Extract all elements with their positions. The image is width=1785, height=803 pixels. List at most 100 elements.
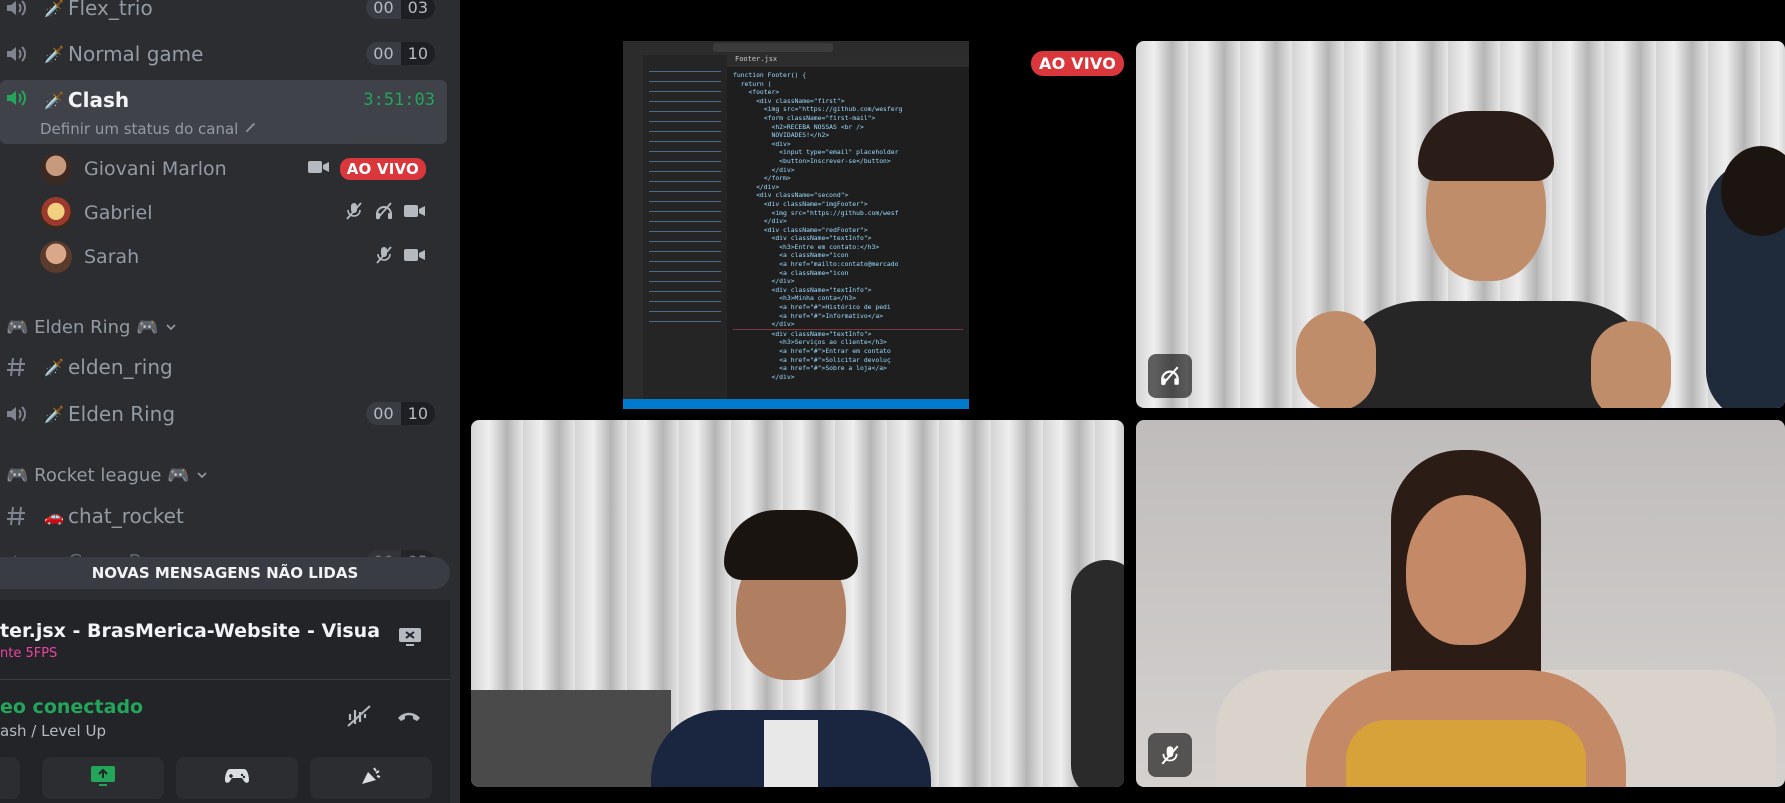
code-line: </div>	[733, 182, 780, 191]
connection-status[interactable]: eo conectado	[0, 696, 143, 718]
code-line: <img src="https://github.com/wesf	[733, 208, 899, 217]
video-tile-sarah[interactable]	[1136, 420, 1785, 787]
channel-chat-rocket[interactable]: 🚗 chat_rocket	[0, 494, 447, 538]
noise-suppression-icon[interactable]	[346, 704, 372, 732]
code-line: </div>	[733, 217, 787, 226]
user-limit-badge: 00 10	[366, 42, 435, 65]
editor-tabs: Footer.jsx	[727, 55, 969, 67]
unread-messages-bar[interactable]: NOVAS MENSAGENS NÃO LIDAS	[0, 557, 450, 589]
headphones-deafened-icon	[1148, 354, 1192, 398]
channel-name: elden_ring	[68, 355, 173, 379]
soundboard-button[interactable]	[310, 757, 432, 799]
call-stage: Footer.jsx function Footer() { return ( …	[460, 0, 1785, 803]
channel-normal-game[interactable]: 🗡️ Normal game 00 10	[0, 32, 447, 76]
live-badge: AO VIVO	[339, 158, 426, 180]
set-channel-status[interactable]: Definir um status do canal	[40, 120, 258, 138]
code-line: <div className="redFooter">	[733, 225, 868, 234]
user-limit-badge: 00 10	[366, 402, 435, 425]
sword-icon: 🗡️	[44, 44, 64, 64]
sword-icon: 🗡️	[44, 0, 64, 18]
code-line: <h3>Minha conta</h3>	[733, 294, 857, 303]
channel-clash[interactable]: 🗡️ Clash 3:51:03 Definir um status do ca…	[0, 80, 447, 144]
car-icon: 🚗	[44, 506, 64, 526]
code-line: <div>	[733, 139, 791, 148]
sword-spark-icon: 🗡️	[44, 357, 64, 377]
code-line: <button>Inscrever-se</button>	[733, 156, 891, 165]
code-line: <img src="https://github.com/wesferg	[733, 105, 903, 114]
code-line: <a href="#">Sobre a loja</a>	[733, 364, 887, 373]
voice-user-gabriel[interactable]: Gabriel	[40, 193, 440, 233]
avatar	[40, 241, 72, 273]
call-timer: 3:51:03	[363, 90, 435, 110]
user-count: 00	[366, 402, 401, 425]
code-line: <a className="icon	[733, 251, 849, 260]
code-line: <h3>Serviços ao cliente</h3>	[733, 338, 887, 347]
mic-muted-icon	[344, 201, 364, 225]
editor-statusbar	[623, 399, 969, 409]
user-name: Sarah	[84, 246, 140, 268]
voice-user-sarah[interactable]: Sarah	[40, 237, 440, 277]
channel-elden-ring-voice[interactable]: 🗡️ Elden Ring 00 10	[0, 392, 447, 436]
code-line: </div>	[733, 277, 795, 286]
connection-location[interactable]: ash / Level Up	[0, 722, 106, 740]
video-camera-icon	[307, 159, 330, 179]
channel-name: chat_rocket	[68, 504, 184, 528]
code-line: function Footer() {	[733, 71, 807, 79]
avatar	[40, 153, 72, 185]
file-explorer	[643, 55, 727, 399]
stream-title: ter.jsx - BrasMerica-Website - Visual S.…	[0, 620, 380, 642]
screen-share-button[interactable]	[42, 757, 164, 799]
live-badge: AO VIVO	[1031, 51, 1124, 76]
code-line: </div>	[733, 165, 795, 174]
code-line: <a href="mailto:contato@mercado	[733, 260, 899, 269]
code-line: return (	[733, 79, 772, 88]
mic-muted-icon	[1148, 733, 1192, 777]
speaker-icon	[4, 42, 30, 66]
channel-name: Clash	[67, 88, 130, 112]
category-elden-ring[interactable]: 🎮 Elden Ring 🎮	[6, 317, 177, 338]
chevron-down-icon	[165, 317, 177, 338]
user-limit-badge: 0003	[366, 0, 435, 19]
code-line: </form>	[733, 174, 791, 183]
gamepad-icon	[224, 766, 250, 790]
speaker-icon	[4, 0, 30, 20]
voice-user-giovani[interactable]: Giovani Marlon AO VIVO	[40, 149, 440, 189]
code-line: </div>	[733, 320, 795, 329]
user-count: 00	[366, 42, 401, 65]
channel-elden-ring-text[interactable]: 🗡️ elden_ring	[0, 345, 447, 389]
stream-quality: nte 5FPS	[0, 646, 58, 661]
camera-button[interactable]	[0, 757, 20, 799]
code-line: <a href="#">Histórico de pedi	[733, 303, 891, 312]
channel-name: Elden Ring	[68, 402, 176, 426]
screen-share-icon	[90, 765, 116, 791]
code-editor[interactable]: function Footer() { return ( <footer> <d…	[733, 71, 963, 393]
screen-share-tile[interactable]: Footer.jsx function Footer() { return ( …	[623, 41, 969, 409]
activities-button[interactable]	[176, 757, 298, 799]
video-tile-gabriel[interactable]	[471, 420, 1124, 787]
chevron-down-icon	[196, 465, 208, 486]
user-limit: 10	[400, 42, 435, 65]
channel-sidebar: 🗡️ Flex_trio 00 03 🗡️ Normal game 00 10 🗡️ C…	[0, 0, 460, 803]
disconnect-icon[interactable]	[396, 708, 422, 728]
code-line: <div className="second">	[733, 191, 849, 200]
hash-icon	[4, 355, 30, 379]
sword-icon: 🗡️	[44, 90, 64, 110]
editor-tab-label: Footer.jsx	[735, 55, 778, 63]
code-line: <footer>	[733, 88, 780, 97]
category-name: 🎮 Rocket league 🎮	[6, 465, 190, 486]
code-line: <div className="textInfo">	[733, 234, 872, 243]
video-camera-icon	[404, 247, 426, 267]
channel-flex-trio[interactable]: 🗡️ Flex_trio 00 03	[0, 0, 447, 30]
headphones-deafened-icon	[374, 201, 394, 225]
user-name: Gabriel	[84, 202, 153, 224]
pencil-icon	[244, 120, 258, 138]
user-name: Giovani Marlon	[84, 158, 227, 180]
code-line: <input type="email" placeholder	[733, 148, 899, 157]
stop-streaming-icon[interactable]	[398, 626, 422, 652]
video-tile-giovani[interactable]	[1136, 41, 1785, 408]
speaker-icon	[4, 86, 30, 114]
mic-muted-icon	[374, 245, 394, 269]
code-line: <div className="textInfo">	[733, 285, 872, 294]
category-rocket-league[interactable]: 🎮 Rocket league 🎮	[6, 465, 208, 486]
code-line: <a href="#">Solicitar devoluç	[733, 355, 891, 364]
